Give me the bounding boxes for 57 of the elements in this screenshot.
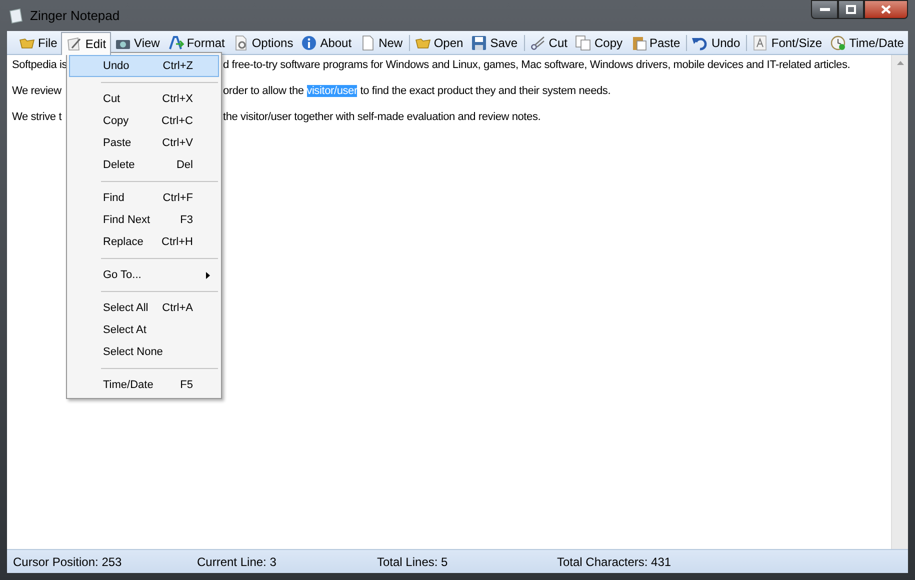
scissors-icon xyxy=(530,34,546,50)
toolbar-button[interactable]: Format xyxy=(164,32,229,54)
text-line: the visitor/user together with self-made evaluation and review notes. xyxy=(223,110,541,125)
toolbar-button[interactable]: Copy xyxy=(571,32,626,54)
toolbar-button[interactable]: New xyxy=(356,32,407,54)
menu-item[interactable]: Find Ctrl+F xyxy=(69,187,219,209)
window-title: Zinger Notepad xyxy=(30,6,120,25)
notepad-icon xyxy=(8,8,24,24)
menu-item[interactable]: Time/Date F5 xyxy=(69,374,219,396)
minimize-button[interactable] xyxy=(811,0,838,19)
menu-item[interactable]: Select All Ctrl+A xyxy=(69,297,219,319)
toolbar-button[interactable]: Edit xyxy=(61,32,112,55)
toolbar-button[interactable]: Save xyxy=(467,32,522,54)
page-icon xyxy=(360,34,376,50)
text-line: We strive t xyxy=(12,111,62,123)
pencil-page-icon xyxy=(66,36,82,52)
status-text: Cursor Position: 253 xyxy=(12,554,123,570)
font-icon xyxy=(752,34,768,50)
close-icon xyxy=(881,5,891,14)
maximize-button[interactable] xyxy=(838,0,864,19)
menu-item[interactable]: Delete Del xyxy=(69,154,219,176)
menu-item[interactable]: Copy Ctrl+C xyxy=(69,110,219,132)
text-line: d free-to-try software programs for Windows and Linux, games, Mac software, Windows drivers, mobile devices and IT-related articles. xyxy=(223,58,850,73)
letter-arrow-icon xyxy=(168,34,184,50)
menu-item[interactable]: Replace Ctrl+H xyxy=(69,231,219,253)
info-icon xyxy=(301,34,318,50)
toolbar-button[interactable]: Options xyxy=(228,32,298,54)
menu-item[interactable]: Undo Ctrl+Z xyxy=(69,55,219,77)
clipboard-icon xyxy=(630,34,646,50)
menu-item[interactable]: Select None xyxy=(69,341,219,363)
menu-item[interactable]: Select At xyxy=(69,319,219,341)
toolbar-button[interactable]: Time/Date xyxy=(826,32,908,54)
status-text: Current Line: 3 xyxy=(197,554,278,570)
scroll-up-icon xyxy=(896,61,904,65)
close-button[interactable] xyxy=(864,0,908,19)
text-line: We review xyxy=(12,85,62,97)
menu-item[interactable]: Go To... xyxy=(69,264,219,286)
status-text: Total Lines: 5 xyxy=(377,554,449,570)
toolbar-button[interactable]: About xyxy=(297,32,356,54)
menu-item[interactable]: Cut Ctrl+X xyxy=(69,88,219,110)
submenu-arrow-icon xyxy=(206,272,210,278)
toolbar-button[interactable]: Undo xyxy=(688,32,744,54)
toolbar-button[interactable]: Cut xyxy=(526,32,572,54)
copy-icon xyxy=(575,34,592,50)
gear-page-icon xyxy=(232,34,249,50)
toolbar-button[interactable]: Paste xyxy=(626,32,684,54)
scrollbar[interactable] xyxy=(891,55,908,549)
text-line: order to allow the visitor/user to find the exact product they and their system needs. xyxy=(223,84,611,99)
menu-item[interactable]: Paste Ctrl+V xyxy=(69,132,219,154)
status-text: Total Characters: 431 xyxy=(557,554,672,570)
clock-icon xyxy=(830,34,846,50)
toolbar-button[interactable]: File xyxy=(15,32,62,54)
toolbar-button[interactable]: Font/Size xyxy=(748,32,826,54)
minimize-icon xyxy=(820,8,830,12)
toolbar-button[interactable]: Open xyxy=(410,32,468,54)
menu-item[interactable]: Find Next F3 xyxy=(69,209,219,231)
maximize-icon xyxy=(846,5,856,14)
